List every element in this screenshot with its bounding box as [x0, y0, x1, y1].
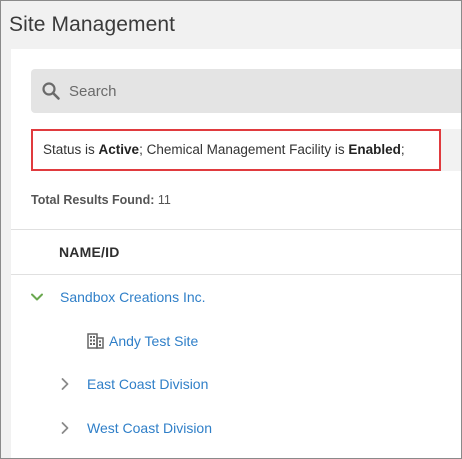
building-icon	[87, 333, 104, 349]
column-header-name-id[interactable]: NAME/ID	[59, 244, 120, 260]
total-results-count: 11	[157, 193, 171, 207]
tree-item-link[interactable]: East Coast Division	[87, 374, 208, 394]
tree-row-west-coast: West Coast Division	[11, 418, 461, 458]
filter-separator: ;	[139, 142, 147, 157]
tree-item-link[interactable]: Sandbox Creations Inc.	[60, 287, 206, 307]
active-filters[interactable]: Status is Active; Chemical Management Fa…	[31, 129, 441, 171]
tree-row-andy-test-site: Andy Test Site	[11, 331, 461, 371]
filter-status-value: Active	[98, 142, 140, 157]
search-icon	[42, 82, 60, 100]
filter-facility-prefix: Chemical Management Facility is	[146, 142, 349, 157]
tree-row-east-coast: East Coast Division	[11, 374, 461, 414]
search-input[interactable]	[69, 69, 449, 113]
divider	[11, 274, 461, 275]
search-bar[interactable]	[31, 69, 461, 113]
total-results-label: Total Results Found:	[31, 193, 155, 207]
window-frame: Site Management Status is Active; Chemic…	[0, 0, 462, 459]
chevron-down-icon[interactable]	[30, 290, 44, 304]
total-results: Total Results Found: 11	[31, 193, 171, 207]
chevron-right-icon[interactable]	[58, 421, 72, 435]
chevron-right-icon[interactable]	[58, 377, 72, 391]
main-content: Status is Active; Chemical Management Fa…	[11, 49, 461, 458]
divider	[11, 229, 461, 230]
tree-item-link[interactable]: West Coast Division	[87, 418, 212, 438]
tree-item-link[interactable]: Andy Test Site	[109, 331, 198, 351]
filter-status-prefix: Status is	[43, 142, 99, 157]
page-title: Site Management	[9, 13, 176, 36]
tree-row-sandbox-creations: Sandbox Creations Inc.	[11, 287, 461, 327]
filter-facility-value: Enabled	[348, 142, 401, 157]
filter-suffix: ;	[400, 142, 405, 157]
